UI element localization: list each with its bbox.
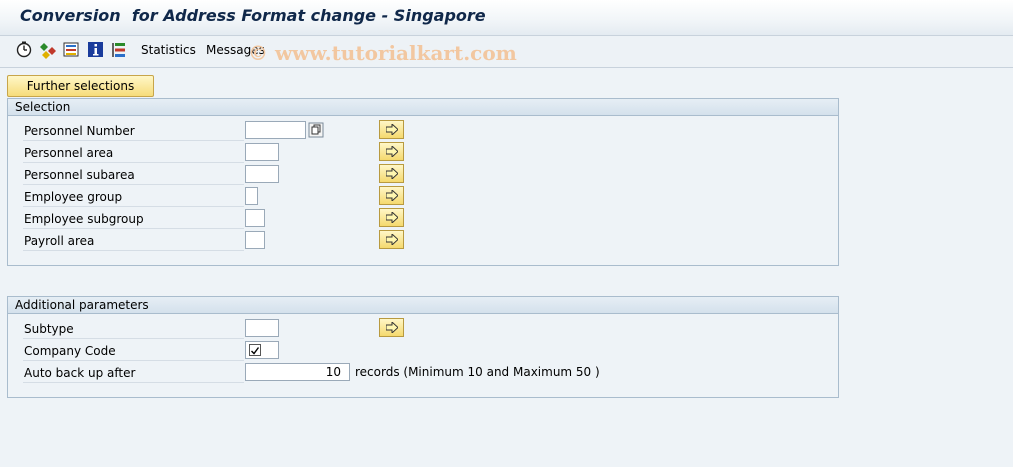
variant-icon[interactable] (39, 41, 57, 59)
employee-group-input[interactable] (245, 187, 258, 205)
personnel-subarea-label: Personnel subarea (23, 167, 244, 185)
auto-backup-input[interactable]: 10 (245, 363, 350, 381)
title-bar: Conversion for Address Format change - S… (0, 0, 1013, 36)
payroll-area-label: Payroll area (23, 233, 244, 251)
check-icon (251, 347, 260, 355)
arrow-right-icon (386, 234, 398, 245)
payroll-area-multi-button[interactable] (379, 230, 404, 249)
employee-subgroup-input[interactable] (245, 209, 265, 227)
employee-subgroup-multi-button[interactable] (379, 208, 404, 227)
multiple-selection-icon[interactable] (308, 122, 324, 138)
watermark-text: © www.tutorialkart.com (248, 41, 517, 65)
subtype-label: Subtype (23, 321, 244, 339)
subtype-input[interactable] (245, 319, 279, 337)
execute-icon[interactable] (15, 41, 33, 59)
save-variant-icon[interactable] (63, 41, 81, 59)
company-code-label: Company Code (23, 343, 244, 361)
personnel-area-input[interactable] (245, 143, 279, 161)
additional-parameters-header: Additional parameters (8, 297, 838, 314)
personnel-subarea-input[interactable] (245, 165, 279, 183)
structure-icon[interactable] (110, 41, 128, 59)
personnel-subarea-multi-button[interactable] (379, 164, 404, 183)
arrow-right-icon (386, 168, 398, 179)
additional-parameters-group: Additional parameters Subtype Company Co… (7, 296, 839, 398)
selection-row-employee-subgroup: Employee subgroup (23, 208, 353, 230)
statistics-button[interactable]: Statistics (141, 43, 196, 57)
personnel-area-multi-button[interactable] (379, 142, 404, 161)
personnel-number-input[interactable] (245, 121, 306, 139)
arrow-right-icon (386, 190, 398, 201)
further-selections-button[interactable]: Further selections (7, 75, 154, 97)
personnel-number-multi-button[interactable] (379, 120, 404, 139)
selection-group: Selection Personnel Number Personnel are… (7, 98, 839, 266)
info-icon[interactable] (87, 41, 105, 59)
company-code-checkbox[interactable] (249, 344, 261, 356)
selection-row-payroll-area: Payroll area (23, 230, 353, 252)
arrow-right-icon (386, 322, 398, 333)
subtype-multi-button[interactable] (379, 318, 404, 337)
arrow-right-icon (386, 124, 398, 135)
personnel-area-label: Personnel area (23, 145, 244, 163)
payroll-area-input[interactable] (245, 231, 265, 249)
selection-row-personnel-area: Personnel area (23, 142, 353, 164)
employee-subgroup-label: Employee subgroup (23, 211, 244, 229)
additional-row-company-code: Company Code (23, 340, 353, 362)
selection-group-header: Selection (8, 99, 838, 116)
records-note: records (Minimum 10 and Maximum 50 ) (355, 365, 600, 379)
additional-row-subtype: Subtype (23, 318, 353, 340)
page-title: Conversion for Address Format change - S… (20, 6, 486, 25)
personnel-number-label: Personnel Number (23, 123, 244, 141)
application-toolbar: Statistics Messages © www.tutorialkart.c… (0, 36, 1013, 68)
selection-row-employee-group: Employee group (23, 186, 353, 208)
employee-group-multi-button[interactable] (379, 186, 404, 205)
employee-group-label: Employee group (23, 189, 244, 207)
arrow-right-icon (386, 212, 398, 223)
selection-row-personnel-subarea: Personnel subarea (23, 164, 353, 186)
arrow-right-icon (386, 146, 398, 157)
auto-backup-label: Auto back up after (23, 365, 244, 383)
